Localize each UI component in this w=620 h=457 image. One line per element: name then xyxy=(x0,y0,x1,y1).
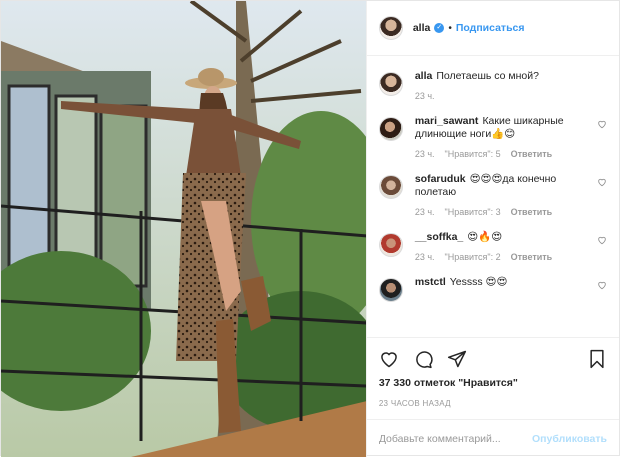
comment-icon[interactable] xyxy=(413,349,433,369)
post-photo-illustration xyxy=(1,1,366,457)
publish-button[interactable]: Опубликовать xyxy=(532,433,607,445)
posted-time[interactable]: 23 ЧАСОВ НАЗАД xyxy=(379,399,607,408)
caption-text: Полетаешь со мной? xyxy=(436,70,539,82)
instagram-post: alla ✓ • Подписаться alla Полетаешь со мн… xyxy=(0,0,620,457)
comment-item: sofaruduk 😍😍😍да конечно полетаю 23 ч. "Нр… xyxy=(378,173,607,217)
share-icon[interactable] xyxy=(447,349,467,369)
reply-button[interactable]: Ответить xyxy=(511,207,553,217)
verified-check-icon: ✓ xyxy=(434,23,445,33)
reply-button[interactable]: Ответить xyxy=(511,149,553,159)
comment-heart-icon[interactable] xyxy=(597,280,607,290)
post-side-panel: alla ✓ • Подписаться alla Полетаешь со мн… xyxy=(365,1,619,457)
commenter-avatar[interactable] xyxy=(378,117,403,141)
post-header: alla ✓ • Подписаться xyxy=(366,1,619,56)
post-photo[interactable] xyxy=(1,1,366,457)
commenter-avatar[interactable] xyxy=(378,175,403,199)
comment-heart-icon[interactable] xyxy=(597,235,607,245)
comment-likes[interactable]: "Нравится": 2 xyxy=(445,252,501,262)
caption-author-avatar[interactable] xyxy=(378,72,403,96)
commenter-avatar[interactable] xyxy=(378,233,403,257)
comment-time[interactable]: 23 ч. xyxy=(415,252,435,262)
comment-item: __soffka_ 😍🔥😍 23 ч. "Нравится": 2 Ответит… xyxy=(378,231,607,262)
comment-text: 😍🔥😍 xyxy=(467,231,503,243)
comment-username[interactable]: __soffka_ xyxy=(415,231,463,243)
likes-count[interactable]: 37 330 отметок "Нравится" xyxy=(379,377,607,389)
caption: alla Полетаешь со мной? 23 ч. xyxy=(378,70,607,101)
post-actions: 37 330 отметок "Нравится" 23 ЧАСОВ НАЗАД… xyxy=(366,337,619,457)
reply-button[interactable]: Ответить xyxy=(511,252,553,262)
heart-icon[interactable] xyxy=(379,349,399,369)
caption-time[interactable]: 23 ч. xyxy=(415,91,435,101)
comment-username[interactable]: mstctl xyxy=(415,276,446,288)
comment-item: mari_sawant Какие шикарные длинющие ноги👍… xyxy=(378,115,607,159)
comment-time[interactable]: 23 ч. xyxy=(415,149,435,159)
comment-username[interactable]: sofaruduk xyxy=(415,173,466,185)
follow-button[interactable]: Подписаться xyxy=(456,22,525,34)
action-icons xyxy=(379,346,607,372)
comment-input[interactable] xyxy=(378,432,533,445)
comment-item: mstctl Yessss 😍😍 xyxy=(378,276,607,302)
comment-heart-icon[interactable] xyxy=(597,177,607,187)
comments-list[interactable]: alla Полетаешь со мной? 23 ч. mari_sawant… xyxy=(367,56,619,337)
add-comment-bar: Опубликовать xyxy=(366,419,619,457)
commenter-avatar[interactable] xyxy=(378,278,403,302)
comment-text: Yessss 😍😍 xyxy=(449,276,508,288)
header-separator: • xyxy=(448,22,452,34)
caption-username[interactable]: alla xyxy=(415,70,433,82)
comment-likes[interactable]: "Нравится": 5 xyxy=(445,149,501,159)
comment-likes[interactable]: "Нравится": 3 xyxy=(445,207,501,217)
comment-time[interactable]: 23 ч. xyxy=(415,207,435,217)
comment-username[interactable]: mari_sawant xyxy=(415,115,479,127)
comment-heart-icon[interactable] xyxy=(597,119,607,129)
author-username[interactable]: alla xyxy=(413,22,431,34)
bookmark-icon[interactable] xyxy=(587,349,607,369)
author-avatar[interactable] xyxy=(378,16,403,40)
